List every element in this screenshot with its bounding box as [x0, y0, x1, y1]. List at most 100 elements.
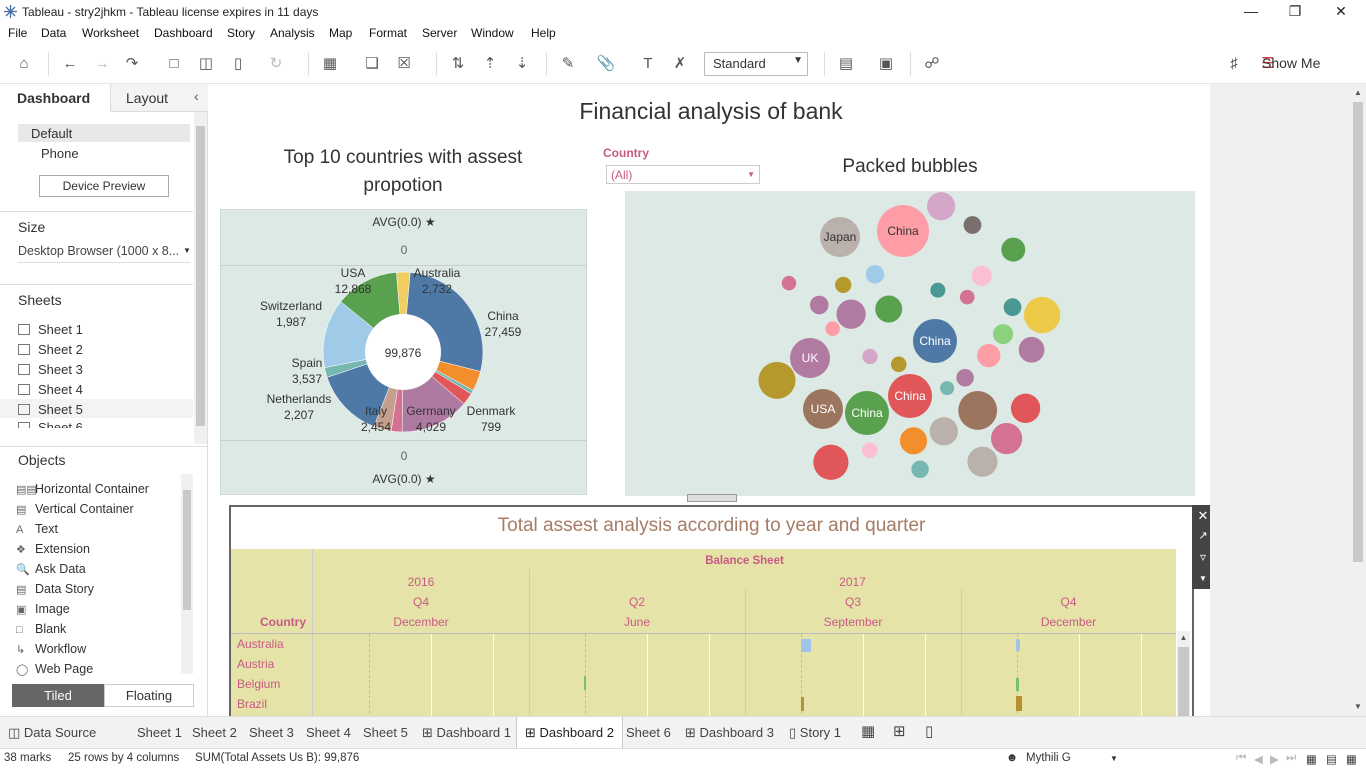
table-scrollbar[interactable]: ▲: [1177, 631, 1190, 727]
object-data-story[interactable]: ▤ Data Story: [16, 582, 94, 596]
menu-story[interactable]: Story: [227, 26, 255, 40]
bubble[interactable]: [865, 265, 885, 284]
status-user[interactable]: Mythili G: [1026, 752, 1071, 764]
menu-help[interactable]: Help: [531, 26, 556, 40]
object-image[interactable]: ▣ Image: [16, 602, 70, 616]
bubble[interactable]: [967, 446, 998, 477]
device-preview-button[interactable]: Device Preview: [39, 175, 169, 197]
show-sheets-icon[interactable]: ▦: [1306, 752, 1317, 766]
sheet-item[interactable]: Sheet 1: [18, 322, 83, 337]
undo-icon[interactable]: ←: [60, 54, 80, 74]
size-select[interactable]: Desktop Browser (1000 x 8...: [18, 244, 179, 258]
refresh-icon[interactable]: ↻: [266, 54, 286, 74]
sort-ascending-icon[interactable]: ⇡: [480, 54, 500, 74]
bubble[interactable]: [1001, 237, 1026, 262]
duplicate-icon[interactable]: ❏: [362, 54, 382, 74]
tab-sheet-5[interactable]: Sheet 5: [363, 725, 408, 740]
home-icon[interactable]: ⌂: [14, 54, 34, 74]
bubble[interactable]: [861, 442, 878, 459]
minimize-button[interactable]: —: [1228, 0, 1274, 24]
menu-data[interactable]: Data: [41, 26, 66, 40]
object-ask-data[interactable]: 🔍 Ask Data: [16, 562, 86, 576]
presentation-icon[interactable]: ▣: [876, 54, 896, 74]
tab-dashboard-1[interactable]: ⊞ Dashboard 1: [422, 725, 511, 741]
bubble[interactable]: [758, 361, 796, 399]
next-page-icon[interactable]: ▶: [1270, 752, 1279, 766]
bubble[interactable]: [835, 276, 852, 293]
new-datasource-icon[interactable]: ◫: [196, 54, 216, 74]
sheet-item[interactable]: Sheet 2: [18, 342, 83, 357]
menu-map[interactable]: Map: [329, 26, 352, 40]
sheet-item[interactable]: Sheet 4: [18, 382, 83, 397]
object-web-page[interactable]: ◯ Web Page: [16, 662, 93, 676]
bubble[interactable]: [991, 422, 1023, 455]
object-vertical-container[interactable]: ▤ Vertical Container: [16, 502, 134, 516]
tab-dashboard-2[interactable]: ⊞ Dashboard 2: [516, 717, 623, 749]
save-icon[interactable]: □: [164, 54, 184, 74]
tiled-button[interactable]: Tiled: [12, 684, 104, 707]
bubble[interactable]: [977, 343, 1001, 368]
text-icon[interactable]: T: [638, 54, 658, 74]
bubble[interactable]: [890, 356, 907, 373]
object-workflow[interactable]: ↳ Workflow: [16, 642, 86, 656]
menu-format[interactable]: Format: [369, 26, 407, 40]
object-extension[interactable]: ❖ Extension: [16, 542, 90, 556]
menu-dashboard[interactable]: Dashboard: [154, 26, 213, 40]
sheet-item[interactable]: Sheet 5: [18, 402, 83, 417]
device-phone[interactable]: Phone: [41, 146, 79, 161]
last-page-icon[interactable]: ⏭: [1286, 752, 1296, 765]
tab-data-source[interactable]: ◫ Data Source: [8, 725, 96, 741]
canvas-scrollbar[interactable]: ▲ ▼: [1350, 84, 1366, 716]
bubble[interactable]: [781, 275, 797, 291]
highlight-icon[interactable]: ✎: [558, 54, 578, 74]
scroll-down-icon[interactable]: ▼: [1350, 702, 1366, 711]
tab-sheet-2[interactable]: Sheet 2: [192, 725, 237, 740]
bubble[interactable]: [963, 216, 982, 234]
bubble[interactable]: [809, 295, 829, 315]
bubble[interactable]: [836, 299, 866, 329]
fit-select[interactable]: Standard ▼: [704, 52, 808, 76]
bubble[interactable]: [956, 368, 974, 387]
clear-format-icon[interactable]: ✗: [670, 54, 690, 74]
device-default[interactable]: Default: [31, 126, 72, 141]
bubble[interactable]: [1010, 393, 1041, 423]
object-blank[interactable]: □ Blank: [16, 622, 66, 636]
table-bar[interactable]: [801, 639, 811, 652]
tab-sheet-6[interactable]: Sheet 6: [626, 725, 671, 740]
floating-button[interactable]: Floating: [104, 684, 194, 707]
sort-descending-icon[interactable]: ⇣: [512, 54, 532, 74]
format-painter-icon[interactable]: ♯: [1224, 54, 1244, 74]
table-bar[interactable]: [801, 697, 804, 711]
bubble[interactable]: [1003, 298, 1022, 317]
new-worksheet-icon[interactable]: ▦: [320, 54, 340, 74]
bubble[interactable]: [940, 381, 955, 396]
tabs-icon[interactable]: ▦: [1346, 752, 1357, 766]
attach-icon[interactable]: 📎: [596, 54, 616, 74]
tab-sheet-3[interactable]: Sheet 3: [249, 725, 294, 740]
bubble[interactable]: [1018, 336, 1045, 363]
collapse-icon[interactable]: ‹: [194, 88, 199, 104]
table-bar[interactable]: [1016, 696, 1022, 711]
bubble[interactable]: [911, 460, 929, 478]
menu-analysis[interactable]: Analysis: [270, 26, 315, 40]
bubble[interactable]: [929, 417, 958, 446]
menu-worksheet[interactable]: Worksheet: [82, 26, 139, 40]
menu-server[interactable]: Server: [422, 26, 457, 40]
show-cards-icon[interactable]: ▤: [836, 54, 856, 74]
clear-sheet-icon[interactable]: ☒: [394, 54, 414, 74]
bubble[interactable]: [959, 289, 975, 305]
tab-sheet-1[interactable]: Sheet 1: [137, 725, 182, 740]
bubble[interactable]: [930, 282, 946, 298]
table-bar[interactable]: [1016, 678, 1019, 691]
bubble[interactable]: [875, 295, 903, 323]
new-dashboard-icon[interactable]: ⊞: [893, 722, 906, 740]
table-bar[interactable]: [1016, 639, 1020, 651]
object-horizontal-container[interactable]: ▤▤Horizontal Container: [16, 482, 149, 496]
show-me-button[interactable]: Show Me: [1262, 55, 1320, 71]
close-button[interactable]: ✕: [1318, 0, 1364, 24]
swap-icon[interactable]: ⇅: [448, 54, 468, 74]
sheet-item[interactable]: Sheet 6: [18, 420, 83, 428]
share-icon[interactable]: ☍: [922, 54, 942, 74]
bubble[interactable]: [971, 265, 992, 286]
scroll-up-icon[interactable]: ▲: [1177, 631, 1190, 645]
